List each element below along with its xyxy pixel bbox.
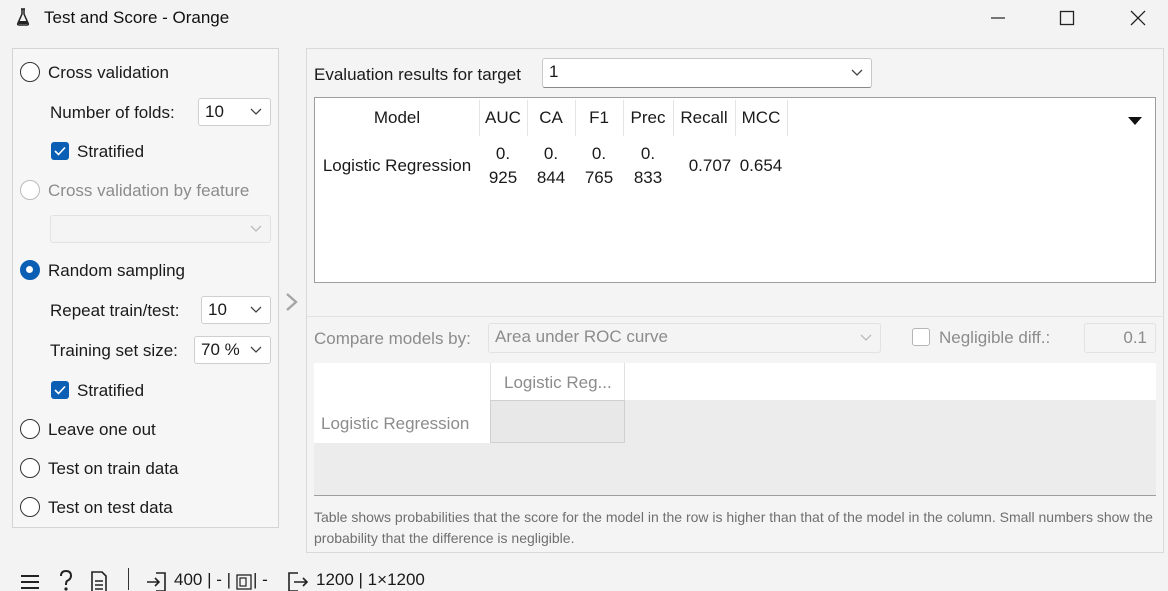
compare-models-combo[interactable]: Area under ROC curve: [488, 323, 881, 353]
input-icon: [146, 572, 166, 591]
chevron-down-icon: [250, 225, 262, 232]
random-sampling-label: Random sampling: [48, 261, 186, 280]
stratified-rs-checkbox[interactable]: [51, 381, 69, 399]
stratified-cv-checkbox[interactable]: [51, 142, 69, 160]
report-icon[interactable]: [90, 571, 108, 591]
comparison-table: Logistic Reg... Logistic Regression: [314, 363, 1156, 496]
output-summary: 1200 | 1×1200: [316, 570, 425, 589]
caret-down-icon: [1128, 117, 1142, 125]
negligible-diff-label: Negligible diff.:: [939, 328, 1051, 347]
data-icon: [236, 574, 252, 591]
test-on-test-label: Test on test data: [48, 498, 173, 517]
output-icon: [288, 572, 310, 591]
chevron-down-icon: [250, 306, 262, 313]
column-header-f1[interactable]: F1: [575, 98, 623, 138]
maximize-button[interactable]: [1047, 4, 1087, 32]
training-set-size-value: 70 %: [201, 340, 240, 359]
window-title: Test and Score - Orange: [44, 8, 230, 27]
chevron-down-icon: [250, 346, 262, 353]
close-icon: [1130, 10, 1146, 26]
input-summary-2: | -: [253, 570, 268, 589]
row-auc: 0. 925: [488, 144, 518, 187]
stratified-rs-label: Stratified: [77, 381, 145, 400]
maximize-icon: [1059, 10, 1075, 26]
column-header-model[interactable]: Model: [315, 98, 479, 138]
test-on-train-label: Test on train data: [48, 459, 179, 478]
random-sampling-radio[interactable]: [20, 260, 40, 280]
checkmark-icon: [54, 385, 66, 395]
comparison-note: Table shows probabilities that the score…: [314, 509, 1153, 546]
number-of-folds-value: 10: [205, 102, 224, 121]
row-prec: 0. 833: [633, 144, 663, 187]
title-bar: Test and Score - Orange: [0, 0, 1168, 36]
row-f1: 0. 765: [584, 144, 614, 187]
section-divider: [306, 316, 1164, 317]
input-summary: 400 | - |: [174, 570, 232, 589]
chevron-right-icon: [286, 293, 298, 311]
leave-one-out-label: Leave one out: [48, 420, 156, 439]
cross-validation-radio[interactable]: [20, 62, 40, 82]
column-menu-button[interactable]: [1127, 111, 1143, 131]
row-ca: 0. 844: [536, 144, 566, 187]
training-set-size-label: Training set size:: [50, 341, 178, 360]
flask-icon: [16, 8, 30, 31]
negligible-diff-input[interactable]: 0.1: [1084, 323, 1156, 353]
cross-validation-label: Cross validation: [48, 63, 169, 82]
evaluation-table: Model AUC CA F1 Prec Recall MCC Logistic…: [314, 97, 1156, 283]
compare-models-value: Area under ROC curve: [495, 327, 668, 346]
test-on-test-radio[interactable]: [20, 497, 40, 517]
evaluation-target-label: Evaluation results for target: [314, 65, 521, 84]
column-header-mcc[interactable]: MCC: [735, 98, 787, 138]
column-header-recall[interactable]: Recall: [673, 98, 735, 138]
minimize-icon: [991, 17, 1005, 19]
close-button[interactable]: [1118, 4, 1158, 32]
checkmark-icon: [54, 146, 66, 156]
column-header-prec[interactable]: Prec: [623, 98, 673, 138]
leave-one-out-radio[interactable]: [20, 419, 40, 439]
chevron-down-icon: [860, 334, 872, 341]
test-on-train-radio[interactable]: [20, 458, 40, 478]
cv-feature-combo[interactable]: [50, 215, 271, 243]
row-recall: 0.707: [688, 156, 732, 175]
minimize-button[interactable]: [978, 4, 1018, 32]
column-header-auc[interactable]: AUC: [479, 98, 527, 138]
comparison-column-header[interactable]: Logistic Reg...: [490, 363, 625, 400]
repeat-train-test-combo[interactable]: 10: [201, 296, 271, 324]
repeat-train-test-value: 10: [208, 300, 227, 319]
collapse-panel-button[interactable]: [284, 292, 300, 317]
target-class-value: 1: [549, 62, 559, 81]
column-header-ca[interactable]: CA: [527, 98, 575, 138]
training-set-size-combo[interactable]: 70 %: [194, 336, 271, 364]
comparison-row-header[interactable]: Logistic Regression: [314, 400, 490, 443]
stratified-cv-label: Stratified: [77, 142, 145, 161]
cv-by-feature-radio[interactable]: [20, 180, 40, 200]
chevron-down-icon: [250, 108, 262, 115]
number-of-folds-combo[interactable]: 10: [198, 98, 271, 126]
compare-models-label: Compare models by:: [314, 329, 471, 348]
row-mcc: 0.654: [739, 156, 783, 175]
negligible-diff-checkbox[interactable]: [912, 328, 930, 346]
chevron-down-icon: [851, 69, 863, 76]
help-icon[interactable]: [57, 569, 75, 591]
comparison-cell: [490, 400, 625, 443]
target-class-combo[interactable]: 1: [542, 58, 872, 88]
status-divider: [128, 568, 129, 590]
cv-by-feature-label: Cross validation by feature: [48, 181, 250, 200]
repeat-train-test-label: Repeat train/test:: [50, 301, 180, 320]
menu-icon[interactable]: [20, 574, 40, 591]
number-of-folds-label: Number of folds:: [50, 103, 175, 122]
row-model-name: Logistic Regression: [322, 156, 472, 175]
status-bar: 400 | - | | - 1200 | 1×1200: [0, 562, 1168, 591]
